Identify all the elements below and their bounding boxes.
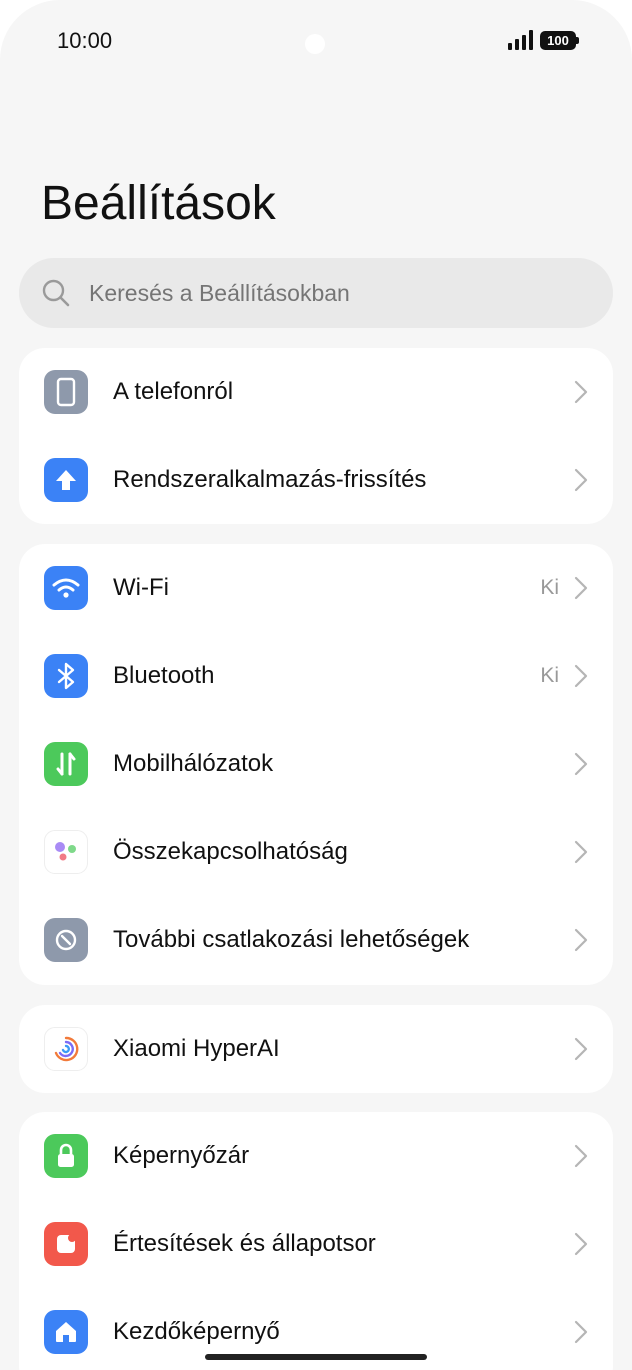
home-icon	[44, 1310, 88, 1354]
chevron-right-icon	[574, 1037, 588, 1061]
link-icon	[44, 918, 88, 962]
settings-item-label: Értesítések és állapotsor	[113, 1230, 376, 1257]
settings-item-label: Xiaomi HyperAI	[113, 1035, 280, 1062]
bluetooth-icon	[44, 654, 88, 698]
chevron-right-icon	[574, 1320, 588, 1344]
phone-icon	[44, 370, 88, 414]
settings-group-device: A telefonról Rendszeralkalmazás-frissíté…	[19, 348, 613, 524]
wifi-icon	[44, 566, 88, 610]
chevron-right-icon	[574, 1232, 588, 1256]
settings-item-mobile-networks[interactable]: Mobilhálózatok	[19, 720, 613, 808]
mobile-data-icon	[44, 742, 88, 786]
settings-item-notifications-status-bar[interactable]: Értesítések és állapotsor	[19, 1200, 613, 1288]
battery-icon: 100	[540, 31, 579, 50]
settings-item-label: A telefonról	[113, 378, 234, 405]
chevron-right-icon	[574, 664, 588, 688]
settings-item-label: Rendszeralkalmazás-frissítés	[113, 466, 427, 493]
settings-item-label: Összekapcsolhatóság	[113, 838, 348, 865]
chevron-right-icon	[574, 380, 588, 404]
settings-item-connectivity[interactable]: Összekapcsolhatóság	[19, 808, 613, 896]
settings-item-label: Képernyőzár	[113, 1142, 250, 1169]
search-icon	[42, 279, 70, 307]
page-title: Beállítások	[41, 177, 276, 230]
connectivity-dots-icon	[44, 830, 88, 874]
settings-item-hyperai[interactable]: Xiaomi HyperAI	[19, 1005, 613, 1093]
settings-item-label: Mobilhálózatok	[113, 750, 274, 777]
settings-group-ai: Xiaomi HyperAI	[19, 1005, 613, 1093]
settings-group-connections: Wi-Fi Ki Bluetooth Ki Mobilhálózatok Öss…	[19, 544, 613, 985]
settings-group-display: Képernyőzár Értesítések és állapotsor Ke…	[19, 1112, 613, 1370]
settings-item-about-phone[interactable]: A telefonról	[19, 348, 613, 436]
settings-item-label: További csatlakozási lehetőségek	[113, 926, 470, 953]
settings-item-value: Ki	[540, 664, 559, 687]
chevron-right-icon	[574, 752, 588, 776]
settings-item-bluetooth[interactable]: Bluetooth Ki	[19, 632, 613, 720]
front-camera	[305, 34, 325, 54]
status-time: 10:00	[57, 28, 113, 53]
search-input[interactable]	[89, 258, 589, 328]
settings-screen: 10:00 100 Beállítások A telefonról Re	[0, 0, 632, 1370]
home-indicator[interactable]	[205, 1354, 427, 1360]
update-arrow-icon	[44, 458, 88, 502]
settings-item-label: Bluetooth	[113, 662, 215, 689]
settings-item-label: Wi-Fi	[113, 574, 169, 601]
chevron-right-icon	[574, 928, 588, 952]
settings-item-more-connectivity[interactable]: További csatlakozási lehetőségek	[19, 896, 613, 984]
settings-item-wifi[interactable]: Wi-Fi Ki	[19, 544, 613, 632]
hyperai-swirl-icon	[44, 1027, 88, 1071]
lock-icon	[44, 1134, 88, 1178]
signal-icon	[508, 30, 534, 50]
chevron-right-icon	[574, 840, 588, 864]
chevron-right-icon	[574, 468, 588, 492]
chevron-right-icon	[574, 576, 588, 600]
settings-item-system-app-update[interactable]: Rendszeralkalmazás-frissítés	[19, 436, 613, 524]
search-bar[interactable]	[19, 258, 613, 328]
settings-item-lock-screen[interactable]: Képernyőzár	[19, 1112, 613, 1200]
chevron-right-icon	[574, 1144, 588, 1168]
settings-item-value: Ki	[540, 576, 559, 599]
notification-icon	[44, 1222, 88, 1266]
